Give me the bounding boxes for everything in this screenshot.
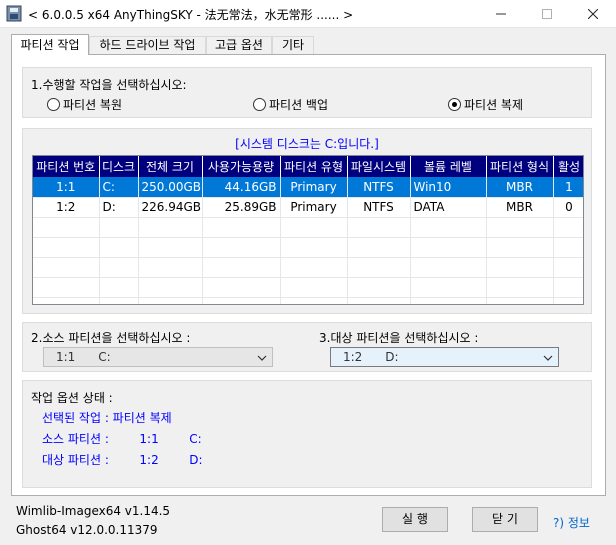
task-prompt: 1.수행할 작업을 선택하십시오: (31, 78, 187, 92)
title-bar: < 6.0.0.5 x64 AnyThingSKY - 法无常法，水无常形 ..… (0, 0, 616, 28)
table-header-row: 파티션 번호 디스크 전체 크기 사용가능용량 파티션 유형 파일시스템 볼륨 … (33, 156, 583, 177)
table-row[interactable]: 1:2 D: 226.94GB 25.89GB Primary NTFS DAT… (33, 197, 583, 218)
ghost-version: Ghost64 v12.0.0.11379 (16, 523, 158, 537)
chevron-down-icon (257, 355, 267, 361)
table-cell: 1:2 (33, 197, 100, 218)
radio-circle-clone (448, 98, 461, 111)
radio-clone-label: 파티션 복제 (464, 98, 524, 112)
status-title: 작업 옵션 상태 : (31, 391, 113, 405)
maximize-icon (542, 9, 552, 19)
table-cell: MBR (486, 197, 554, 218)
empty-row (33, 237, 583, 258)
column-header[interactable]: 사용가능용량 (202, 156, 281, 177)
empty-row (33, 257, 583, 278)
column-header[interactable]: 전체 크기 (138, 156, 203, 177)
app-icon (6, 5, 22, 22)
tab-partition-tasks[interactable]: 파티션 작업 (11, 34, 89, 55)
target-label: 3.대상 파티션을 선택하십시오 : (319, 331, 479, 345)
target-partition-select[interactable]: 1:2 D: (330, 347, 559, 367)
status-group: 작업 옵션 상태 : 선택된 작업 : 파티션 복제 소스 파티션 : 1:1 … (22, 380, 592, 488)
radio-circle-restore (47, 98, 60, 111)
radio-restore[interactable]: 파티션 복원 (47, 96, 122, 113)
table-cell: 25.89GB (202, 197, 281, 218)
source-partition-value: 1:1 C: (56, 350, 111, 364)
status-target: 대상 파티션 : 1:2 D: (42, 453, 203, 467)
chevron-down-icon (543, 355, 553, 361)
table-cell: MBR (486, 177, 554, 198)
wimlib-version: Wimlib-Imagex64 v1.14.5 (16, 504, 171, 518)
status-selected-task: 선택된 작업 : 파티션 복제 (42, 411, 172, 425)
source-partition-select[interactable]: 1:1 C: (43, 347, 273, 367)
column-header[interactable]: 파일시스템 (347, 156, 411, 177)
table-cell: 250.00GB (138, 177, 203, 198)
window-title: < 6.0.0.5 x64 AnyThingSKY - 法无常法，水无常形 ..… (28, 8, 354, 22)
empty-row (33, 217, 583, 238)
close-button[interactable]: 닫 기 (472, 507, 538, 532)
tab-hard-drive-tasks[interactable]: 하드 드라이브 작업 (89, 36, 206, 55)
partition-table: 파티션 번호 디스크 전체 크기 사용가능용량 파티션 유형 파일시스템 볼륨 … (33, 156, 583, 304)
table-cell: 1:1 (33, 177, 100, 198)
empty-row (33, 277, 583, 298)
table-cell: DATA (410, 197, 487, 218)
table-cell: 44.16GB (202, 177, 281, 198)
column-header[interactable]: 파티션 형식 (486, 156, 554, 177)
column-header[interactable]: 볼륨 레벨 (410, 156, 487, 177)
table-cell: NTFS (347, 197, 411, 218)
close-icon (588, 9, 598, 19)
minimize-button[interactable] (478, 0, 524, 28)
maximize-button[interactable] (524, 0, 570, 28)
table-row[interactable]: 1:1 C: 250.00GB 44.16GB Primary NTFS Win… (33, 177, 583, 198)
minimize-icon (496, 13, 506, 15)
about-link[interactable]: ?) 정보 (553, 514, 590, 531)
run-button[interactable]: 실 행 (382, 507, 448, 532)
target-partition-value: 1:2 D: (343, 350, 399, 364)
tab-other[interactable]: 기타 (272, 36, 314, 55)
radio-backup[interactable]: 파티션 백업 (253, 96, 328, 113)
table-cell: D: (99, 197, 139, 218)
close-window-button[interactable] (570, 0, 616, 28)
radio-circle-backup (253, 98, 266, 111)
partition-list[interactable]: 파티션 번호 디스크 전체 크기 사용가능용량 파티션 유형 파일시스템 볼륨 … (32, 155, 584, 305)
status-source: 소스 파티션 : 1:1 C: (42, 432, 202, 446)
column-header[interactable]: 파티션 번호 (33, 156, 100, 177)
column-header[interactable]: 활성 (553, 156, 583, 177)
table-cell: 226.94GB (138, 197, 203, 218)
table-cell: C: (99, 177, 139, 198)
tab-advanced-options[interactable]: 고급 옵션 (206, 36, 272, 55)
column-header[interactable]: 디스크 (99, 156, 139, 177)
table-cell: Primary (280, 197, 348, 218)
system-disk-notice: [시스템 디스크는 C:입니다.] (235, 137, 379, 151)
table-cell: Primary (280, 177, 348, 198)
radio-restore-label: 파티션 복원 (63, 98, 123, 112)
table-cell: Win10 (410, 177, 487, 198)
empty-row (33, 297, 583, 304)
column-header[interactable]: 파티션 유형 (280, 156, 348, 177)
table-cell: NTFS (347, 177, 411, 198)
task-group: 1.수행할 작업을 선택하십시오: 파티션 복원 파티션 백업 파티션 복제 (22, 67, 592, 118)
radio-backup-label: 파티션 백업 (269, 98, 329, 112)
source-label: 2.소스 파티션을 선택하십시오 : (31, 331, 191, 345)
table-cell: 1 (553, 177, 583, 198)
radio-clone[interactable]: 파티션 복제 (448, 96, 523, 113)
table-cell: 0 (553, 197, 583, 218)
